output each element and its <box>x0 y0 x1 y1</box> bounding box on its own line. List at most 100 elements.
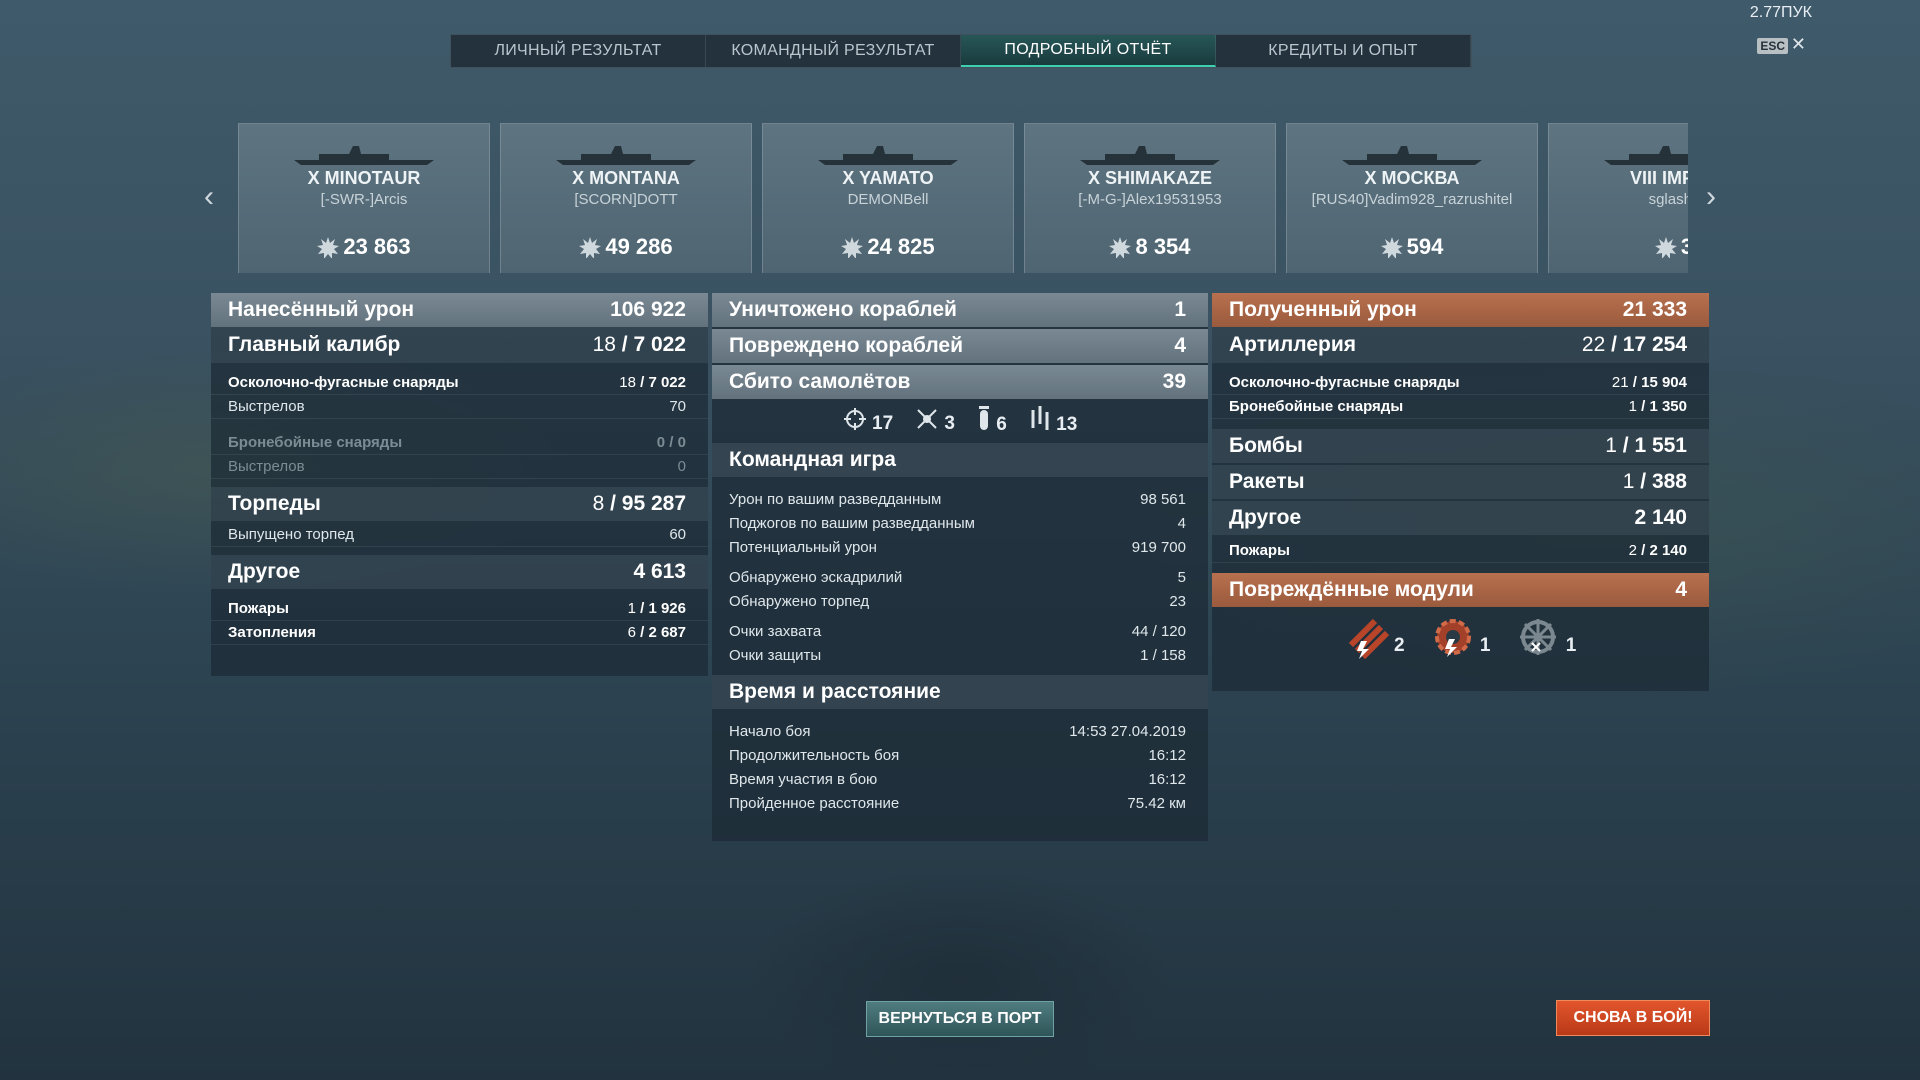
damage-burst-icon <box>841 237 864 259</box>
player-name: sglashk <box>1648 191 1688 208</box>
received-damage-panel: Полученный урон 21 333 Артиллерия 22 / 1… <box>1212 293 1709 691</box>
ap-shells-value: 0 / 0 <box>656 434 686 451</box>
ship-damage: 8 354 <box>1025 234 1275 260</box>
ship-name: X SHIMAKAZE <box>1087 168 1212 188</box>
guns-module-count: 2 <box>1393 635 1405 656</box>
he-shots-label: Выстрелов <box>228 398 305 415</box>
stat-value: 1 / 158 <box>1140 646 1186 664</box>
bomb-icon <box>979 406 989 430</box>
torpedoes-launched-value: 60 <box>669 526 686 543</box>
other-received-label: Другое <box>1229 506 1302 529</box>
ship-card[interactable]: X МОСКВА [RUS40]Vadim928_razrushitel 594 <box>1286 123 1538 273</box>
ship-damage: 3 <box>1549 234 1688 260</box>
stat-row: Обнаружено торпед 23 <box>712 589 1208 613</box>
planes-shot-row: Сбито самолётов 39 <box>712 365 1208 399</box>
fires-received-label: Пожары <box>1229 542 1290 559</box>
stat-row: Обнаружено эскадрилий 5 <box>712 565 1208 589</box>
bombs-row: Бомбы 1 / 1 551 <box>1212 429 1709 463</box>
player-name: DEMONBell <box>847 191 929 208</box>
planes-fighter-item: 3 <box>915 407 955 435</box>
return-to-port-button[interactable]: ВЕРНУТЬСЯ В ПОРТ <box>866 1001 1054 1037</box>
player-name: [-M-G-]Alex19531953 <box>1078 191 1222 208</box>
ship-silhouette-icon <box>1342 146 1482 165</box>
team-play-header: Командная игра <box>712 443 1208 477</box>
esc-key-hint[interactable]: ESC <box>1757 38 1788 54</box>
steering-module-count: 1 <box>1565 635 1577 656</box>
damaged-ships-value: 4 <box>1174 334 1186 357</box>
close-icon[interactable]: ✕ <box>1791 34 1806 55</box>
bombs-value: 1 / 1 551 <box>1605 434 1687 457</box>
tab-credits-xp[interactable]: КРЕДИТЫ И ОПЫТ <box>1216 35 1471 67</box>
torpedoes-row: Торпеды 8 / 95 287 <box>211 487 708 521</box>
ship-card[interactable]: X YAMATO DEMONBell 24 825 <box>762 123 1014 273</box>
other-dealt-row: Другое 4 613 <box>211 555 708 589</box>
ship-silhouette-icon <box>1080 146 1220 165</box>
ship-name: X YAMATO <box>842 168 934 188</box>
tab-personal[interactable]: ЛИЧНЫЙ РЕЗУЛЬТАТ <box>451 35 706 67</box>
damage-burst-icon <box>579 237 602 259</box>
stat-value: 16:12 <box>1148 746 1186 764</box>
ship-damage: 594 <box>1287 234 1537 260</box>
ship-damage: 23 863 <box>239 234 489 260</box>
stat-label: Обнаружено торпед <box>729 592 870 610</box>
rockets-label: Ракеты <box>1229 470 1305 493</box>
chevron-right-icon[interactable]: › <box>1706 180 1716 214</box>
stat-value: 14:53 27.04.2019 <box>1069 722 1186 740</box>
stat-value: 23 <box>1169 592 1186 610</box>
planes-breakdown: 17 3 6 13 <box>712 399 1208 443</box>
stat-value: 75.42 км <box>1127 794 1186 812</box>
received-ap-label: Бронебойные снаряды <box>1229 398 1404 415</box>
stat-label: Начало боя <box>729 722 811 740</box>
main-battery-row: Главный калибр 18 / 7 022 <box>211 327 708 363</box>
dealt-damage-panel: Нанесённый урон 106 922 Главный калибр 1… <box>211 293 708 676</box>
other-received-value: 2 140 <box>1634 506 1687 529</box>
planes-crosshair-item: 17 <box>843 407 893 435</box>
battle-again-button[interactable]: СНОВА В БОЙ! <box>1556 1000 1710 1036</box>
engine-module-item: 1 <box>1431 615 1490 659</box>
ship-card[interactable]: X MONTANA [SCORN]DOTT 49 286 <box>500 123 752 273</box>
received-ap-row: Бронебойные снаряды 1 / 1 350 <box>1212 395 1709 419</box>
player-name: [-SWR-]Arcis <box>320 191 408 208</box>
ap-shots-value: 0 <box>677 458 686 475</box>
artillery-label: Артиллерия <box>1229 333 1356 356</box>
ship-name: VIII IMPLA <box>1629 168 1688 188</box>
stat-row: Начало боя 14:53 27.04.2019 <box>712 719 1208 743</box>
artillery-row: Артиллерия 22 / 17 254 <box>1212 327 1709 363</box>
ship-card[interactable]: X SHIMAKAZE [-M-G-]Alex19531953 8 354 <box>1024 123 1276 273</box>
damaged-modules-label: Повреждённые модули <box>1229 578 1474 601</box>
stat-value: 919 700 <box>1131 538 1186 556</box>
ship-card[interactable]: VIII IMPLA sglashk 3 <box>1548 123 1688 273</box>
tab-team[interactable]: КОМАНДНЫЙ РЕЗУЛЬТАТ <box>706 35 961 67</box>
other-received-row: Другое 2 140 <box>1212 501 1709 535</box>
bomb-count: 6 <box>996 414 1007 435</box>
ship-card[interactable]: X MINOTAUR [-SWR-]Arcis 23 863 <box>238 123 490 273</box>
planes-bomb-item: 6 <box>977 406 1007 436</box>
stat-row: Очки защиты 1 / 158 <box>712 643 1208 667</box>
damage-burst-icon <box>1654 237 1677 259</box>
bombs-label: Бомбы <box>1229 434 1303 457</box>
fires-received-row: Пожары 2 / 2 140 <box>1212 539 1709 563</box>
ship-carousel: X MINOTAUR [-SWR-]Arcis 23 863 X MONTANA [SC… <box>238 123 1688 273</box>
ship-damage-value: 49 286 <box>605 234 673 259</box>
ship-damage: 24 825 <box>763 234 1013 260</box>
player-name: [RUS40]Vadim928_razrushitel <box>1311 191 1513 208</box>
received-damage-header: Полученный урон 21 333 <box>1212 293 1709 327</box>
stat-value: 4 <box>1177 514 1186 532</box>
crosshair-icon <box>843 408 866 430</box>
he-shots-value: 70 <box>669 398 686 415</box>
tab-detailed-report[interactable]: ПОДРОБНЫЙ ОТЧЁТ <box>961 35 1216 67</box>
received-ap-value: 1 / 1 350 <box>1628 398 1687 415</box>
stat-label: Потенциальный урон <box>729 538 877 556</box>
ap-shells-row: Бронебойные снаряды 0 / 0 <box>211 431 708 455</box>
ap-shots-label: Выстрелов <box>228 458 305 475</box>
ship-name: X MINOTAUR <box>307 168 421 188</box>
stat-row: Поджогов по вашим разведданным 4 <box>712 511 1208 535</box>
stat-label: Очки защиты <box>729 646 822 664</box>
fires-dealt-value: 1 / 1 926 <box>627 600 686 617</box>
steering-module-item: 1 <box>1516 615 1576 659</box>
stat-value: 44 / 120 <box>1131 622 1186 640</box>
ship-silhouette-icon <box>818 146 958 165</box>
damage-burst-icon <box>317 237 340 259</box>
chevron-left-icon[interactable]: ‹ <box>204 180 214 214</box>
stat-label: Пройденное расстояние <box>729 794 900 812</box>
